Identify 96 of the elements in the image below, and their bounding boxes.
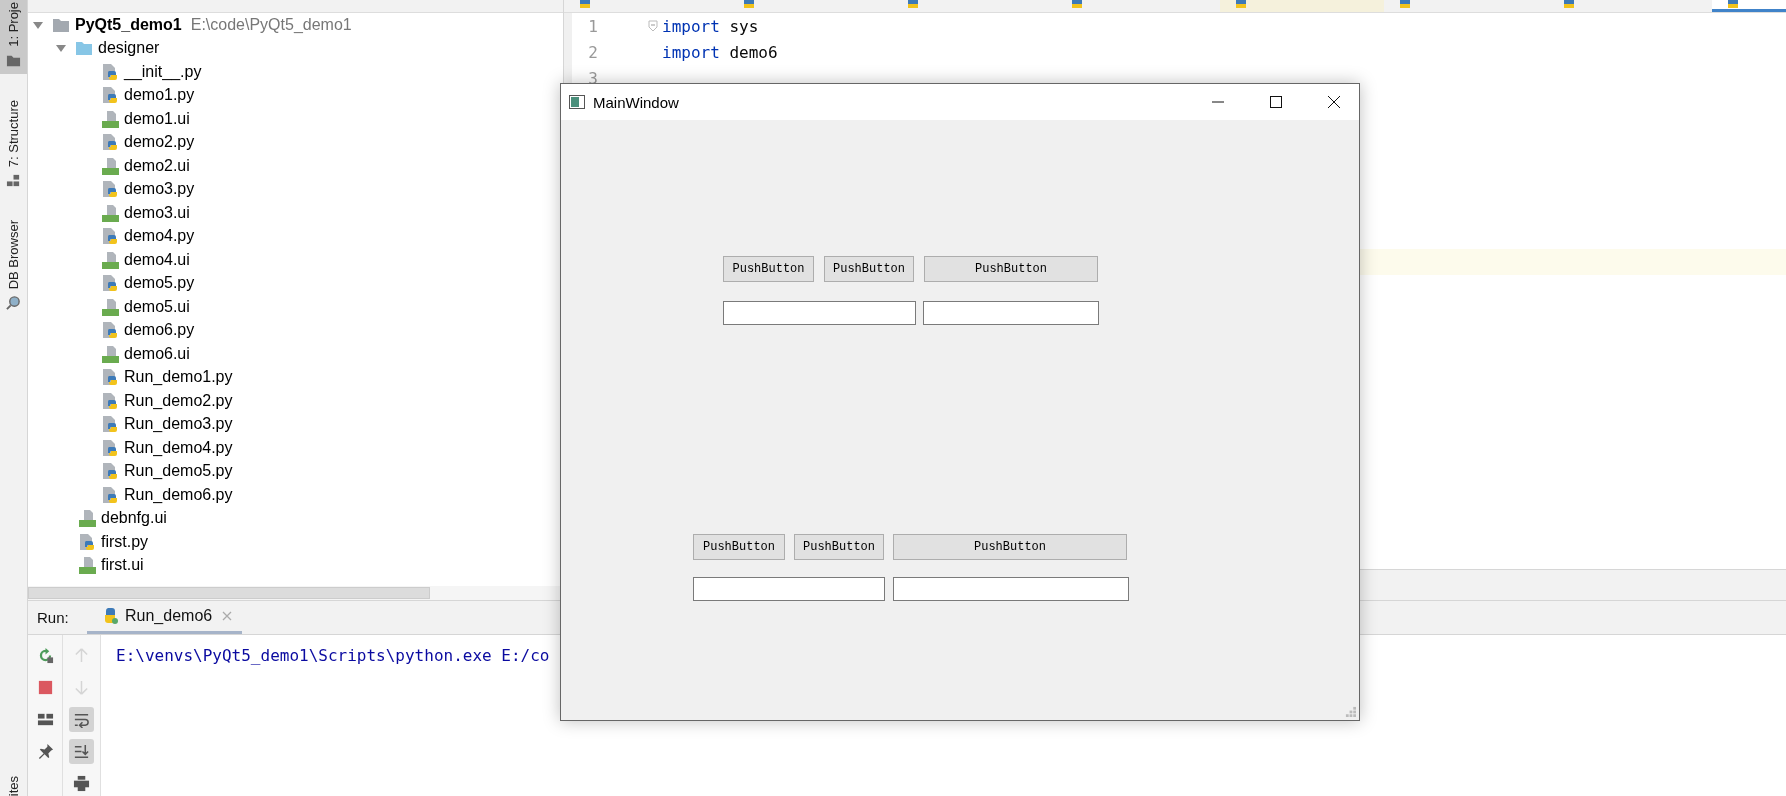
run-label: Run: — [36, 608, 70, 628]
soft-wrap-icon — [73, 711, 90, 728]
ui-file-icon — [101, 203, 119, 222]
push-button[interactable]: PushButton — [693, 534, 785, 560]
python-file-icon — [101, 391, 119, 410]
push-button[interactable]: PushButton — [723, 256, 814, 282]
tree-item-label[interactable]: Run_demo3.py — [124, 415, 233, 434]
tree-item-label[interactable]: first.ui — [101, 556, 144, 575]
tree-item-label[interactable]: demo4.ui — [124, 250, 190, 269]
tree-item-label[interactable]: Run_demo2.py — [124, 391, 233, 410]
python-file-icon — [101, 86, 119, 105]
tree-item-label[interactable]: demo6.ui — [124, 344, 190, 363]
tool-window-label[interactable]: ites — [6, 775, 21, 796]
python-file-icon — [1726, 0, 1740, 8]
line-number: 2 — [587, 42, 598, 62]
python-file-icon — [101, 462, 119, 481]
python-file-icon — [101, 180, 119, 199]
structure-icon — [6, 173, 21, 188]
python-file-icon — [101, 485, 119, 504]
tree-item-label[interactable]: demo5.py — [124, 274, 195, 293]
tool-window-button[interactable]: 1: Proje — [0, 0, 27, 74]
stop-icon — [36, 679, 54, 696]
ui-file-icon — [78, 509, 96, 528]
tree-item-label[interactable]: demo6.py — [124, 321, 195, 340]
down-arrow-icon — [73, 679, 90, 696]
tree-item-label[interactable]: Run_demo6.py — [124, 485, 233, 504]
ui-file-icon — [101, 156, 119, 175]
python-file-icon — [578, 0, 592, 8]
tree-item-label[interactable]: demo2.py — [124, 133, 195, 152]
pin-icon — [36, 743, 54, 760]
ui-file-icon — [101, 344, 119, 363]
python-file-icon — [1398, 0, 1412, 8]
ui-file-icon — [78, 556, 96, 575]
scroll-to-end-icon — [73, 743, 90, 760]
editor-tab[interactable] — [1220, 0, 1384, 12]
tree-item-label[interactable]: demo1.py — [124, 86, 195, 105]
code-line: import demo6 — [662, 42, 778, 62]
python-file-icon — [101, 62, 119, 81]
python-file-icon — [1562, 0, 1576, 8]
python-file-icon — [101, 368, 119, 387]
tree-item-label[interactable]: demo4.py — [124, 227, 195, 246]
tree-item-label[interactable]: demo2.ui — [124, 156, 190, 175]
python-file-icon — [101, 274, 119, 293]
tool-window-button[interactable]: 7: Structure — [0, 97, 27, 194]
python-file-icon — [906, 0, 920, 8]
ui-file-icon — [101, 250, 119, 269]
window-icon — [569, 95, 585, 109]
python-file-icon — [101, 133, 119, 152]
tree-item-label[interactable]: Run_demo5.py — [124, 462, 233, 481]
resize-grip-icon[interactable] — [1345, 706, 1356, 717]
python-file-icon — [742, 0, 756, 8]
run-tab[interactable]: Run_demo6 — [87, 601, 243, 634]
line-edit[interactable] — [723, 301, 916, 325]
tree-item-label[interactable]: demo3.py — [124, 180, 195, 199]
up-arrow-icon — [73, 647, 90, 664]
tree-item-label[interactable]: demo3.ui — [124, 203, 190, 222]
python-file-icon — [101, 227, 119, 246]
tool-window-button[interactable]: DB Browser — [0, 218, 27, 317]
console-output: E:\venvs\PyQt5_demo1\Scripts\python.exe E:/co — [116, 646, 550, 665]
print-icon — [73, 775, 90, 792]
layout-icon — [36, 711, 54, 728]
line-edit[interactable] — [893, 577, 1129, 601]
wrap-button[interactable] — [69, 707, 94, 732]
python-file-icon — [1070, 0, 1084, 8]
tree-item-label[interactable]: first.py — [101, 532, 149, 551]
scrollbar[interactable] — [28, 587, 430, 599]
tree-item-label[interactable]: __init__.py — [124, 62, 202, 81]
folder-icon — [75, 39, 93, 58]
scroll-end-button[interactable] — [69, 739, 94, 764]
push-button[interactable]: PushButton — [824, 256, 914, 282]
python-file-icon — [101, 321, 119, 340]
maximize-icon[interactable] — [1269, 95, 1283, 109]
push-button[interactable]: PushButton — [794, 534, 884, 560]
tree-item-label[interactable]: demo5.ui — [124, 297, 190, 316]
tree-item-label[interactable]: Run_demo4.py — [124, 438, 233, 457]
python-file-icon — [101, 415, 119, 434]
line-edit[interactable] — [693, 577, 885, 601]
line-number: 1 — [587, 16, 598, 36]
tree-item-label[interactable]: designer — [98, 39, 160, 58]
close-icon[interactable] — [1327, 95, 1341, 109]
python-file-icon — [1234, 0, 1248, 8]
tree-item-label[interactable]: Run_demo1.py — [124, 368, 233, 387]
python-file-icon — [78, 532, 96, 551]
tree-item-label[interactable]: PyQt5_demo1 — [75, 15, 182, 34]
code-line: import sys — [662, 16, 759, 36]
tree-item-label[interactable]: debnfg.ui — [101, 509, 167, 528]
push-button[interactable]: PushButton — [893, 534, 1127, 560]
magnifier-icon — [6, 295, 21, 311]
push-button[interactable]: PushButton — [924, 256, 1098, 282]
window-title: MainWindow — [593, 93, 679, 111]
project-path: E:\code\PyQt5_demo1 — [190, 15, 352, 34]
ui-file-icon — [101, 109, 119, 128]
python-file-icon — [101, 438, 119, 457]
tree-item-label[interactable]: demo1.ui — [124, 109, 190, 128]
line-edit[interactable] — [923, 301, 1099, 325]
ui-file-icon — [101, 297, 119, 316]
